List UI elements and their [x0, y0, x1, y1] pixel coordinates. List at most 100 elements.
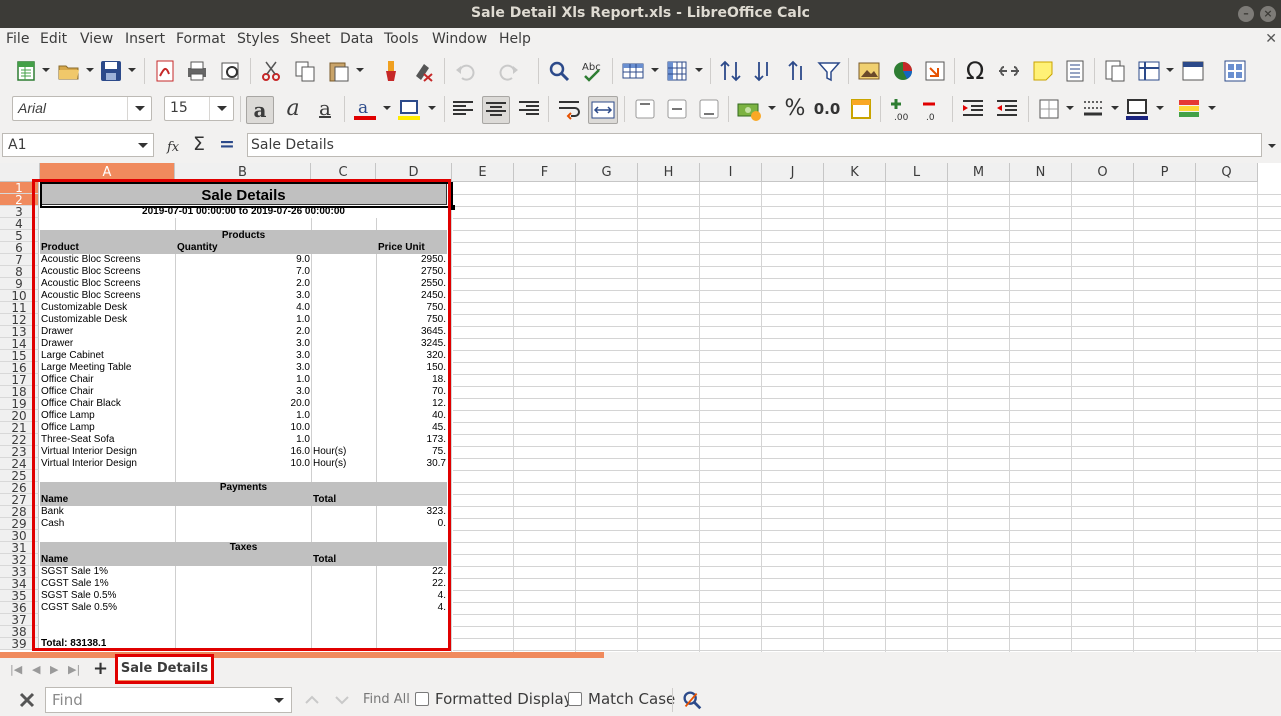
column-header-k[interactable]: K: [824, 163, 886, 182]
next-sheet-icon[interactable]: ▶: [50, 663, 58, 676]
font-name-dropdown-icon[interactable]: [127, 97, 151, 120]
headers-footers-icon[interactable]: [1062, 58, 1088, 84]
row-dropdown-icon[interactable]: [651, 68, 659, 72]
menu-insert[interactable]: Insert: [125, 31, 165, 47]
menu-sheet[interactable]: Sheet: [290, 31, 330, 47]
find-input[interactable]: Find: [45, 687, 292, 713]
column-header-e[interactable]: E: [452, 163, 514, 182]
increase-indent-icon[interactable]: [960, 96, 986, 122]
name-box[interactable]: A1: [2, 133, 154, 157]
close-window-icon[interactable]: ×: [1260, 6, 1276, 22]
currency-format-icon[interactable]: [736, 96, 762, 122]
close-document-icon[interactable]: ✕: [1265, 31, 1277, 47]
first-sheet-icon[interactable]: |◀: [10, 663, 22, 676]
print-icon[interactable]: [184, 58, 210, 84]
name-box-dropdown-icon[interactable]: [133, 134, 153, 156]
italic-icon[interactable]: a: [280, 96, 306, 122]
borders-dropdown-icon[interactable]: [1066, 106, 1074, 110]
number-format-icon[interactable]: 0.0: [812, 96, 842, 122]
insert-image-icon[interactable]: [856, 58, 882, 84]
freeze-rows-columns-icon[interactable]: [1136, 58, 1162, 84]
percent-format-icon[interactable]: %: [782, 96, 808, 122]
add-sheet-icon[interactable]: +: [93, 658, 108, 679]
column-header-m[interactable]: M: [948, 163, 1010, 182]
special-character-icon[interactable]: Ω: [962, 58, 988, 84]
add-decimal-icon[interactable]: .00: [888, 96, 914, 122]
formula-input[interactable]: Sale Details: [247, 133, 1262, 157]
spreadsheet-grid[interactable]: ABCDEFGHIJKLMNOPQ 1 2 3 4 5 6 7 8 9 10 11 12 13 14 15 1…: [0, 163, 1281, 652]
split-window-icon[interactable]: [1180, 58, 1206, 84]
expand-formula-icon[interactable]: [1266, 137, 1280, 155]
column-header-f[interactable]: F: [514, 163, 576, 182]
find-history-dropdown-icon[interactable]: [267, 688, 291, 712]
cut-icon[interactable]: [258, 58, 284, 84]
redo-icon[interactable]: [496, 58, 522, 84]
paste-dropdown-icon[interactable]: [356, 68, 364, 72]
spelling-icon[interactable]: Abc: [580, 58, 606, 84]
align-right-icon[interactable]: [516, 96, 542, 122]
font-size-dropdown-icon[interactable]: [209, 97, 233, 120]
sort-icon[interactable]: [718, 58, 744, 84]
underline-icon[interactable]: a: [312, 96, 338, 122]
pivot-table-icon[interactable]: [922, 58, 948, 84]
align-top-icon[interactable]: [632, 96, 658, 122]
function-wizard-icon[interactable]: fx: [166, 137, 184, 155]
undo-icon[interactable]: [452, 58, 478, 84]
comment-icon[interactable]: [1030, 58, 1056, 84]
previous-sheet-icon[interactable]: ◀: [32, 663, 40, 676]
column-header-l[interactable]: L: [886, 163, 948, 182]
font-size-box[interactable]: 15: [164, 96, 234, 121]
sidebar-deck-icon[interactable]: [1222, 58, 1248, 84]
align-center-icon[interactable]: [482, 96, 510, 124]
autofilter-icon[interactable]: [816, 58, 842, 84]
minimize-icon[interactable]: –: [1238, 6, 1254, 22]
border-color-dropdown-icon[interactable]: [1156, 106, 1164, 110]
clear-formatting-icon[interactable]: [410, 58, 436, 84]
export-pdf-icon[interactable]: [152, 58, 178, 84]
insert-chart-icon[interactable]: [890, 58, 916, 84]
borders-icon[interactable]: [1036, 96, 1062, 122]
column-header-o[interactable]: O: [1072, 163, 1134, 182]
sort-descending-icon[interactable]: [750, 58, 776, 84]
column-header-n[interactable]: N: [1010, 163, 1072, 182]
font-color-dropdown-icon[interactable]: [383, 106, 391, 110]
column-header-h[interactable]: H: [638, 163, 700, 182]
conditional-dropdown-icon[interactable]: [1208, 106, 1216, 110]
formatted-display-checkbox[interactable]: [415, 692, 429, 706]
menu-tools[interactable]: Tools: [384, 31, 419, 47]
align-left-icon[interactable]: [450, 96, 476, 122]
row-icon[interactable]: [620, 58, 646, 84]
date-format-icon[interactable]: [848, 96, 874, 122]
column-dropdown-icon[interactable]: [695, 68, 703, 72]
find-next-icon[interactable]: [332, 690, 352, 710]
highlight-dropdown-icon[interactable]: [428, 106, 436, 110]
save-icon[interactable]: [98, 58, 124, 84]
new-dropdown-icon[interactable]: [42, 68, 50, 72]
print-preview-icon[interactable]: [218, 58, 244, 84]
decrease-indent-icon[interactable]: [994, 96, 1020, 122]
open-folder-icon[interactable]: [56, 58, 82, 84]
column-header-p[interactable]: P: [1134, 163, 1196, 182]
paste-icon[interactable]: [326, 58, 352, 84]
conditional-format-icon[interactable]: [1176, 96, 1202, 122]
open-dropdown-icon[interactable]: [86, 68, 94, 72]
sum-icon[interactable]: Σ: [193, 133, 205, 155]
find-replace-icon[interactable]: [546, 58, 572, 84]
clone-formatting-icon[interactable]: [378, 58, 404, 84]
border-style-icon[interactable]: [1080, 96, 1106, 122]
save-dropdown-icon[interactable]: [128, 68, 136, 72]
font-color-icon[interactable]: a: [352, 96, 378, 122]
currency-dropdown-icon[interactable]: [768, 106, 776, 110]
find-previous-icon[interactable]: [302, 690, 322, 710]
wrap-text-icon[interactable]: [556, 96, 582, 122]
column-header-q[interactable]: Q: [1196, 163, 1258, 182]
font-name-box[interactable]: Arial: [12, 96, 152, 121]
new-spreadsheet-icon[interactable]: [14, 58, 40, 84]
copy-icon[interactable]: [292, 58, 318, 84]
column-header-i[interactable]: I: [700, 163, 762, 182]
align-bottom-icon[interactable]: [696, 96, 722, 122]
column-header-j[interactable]: J: [762, 163, 824, 182]
hyperlink-icon[interactable]: [996, 58, 1022, 84]
menu-help[interactable]: Help: [499, 31, 531, 47]
column-header-g[interactable]: G: [576, 163, 638, 182]
